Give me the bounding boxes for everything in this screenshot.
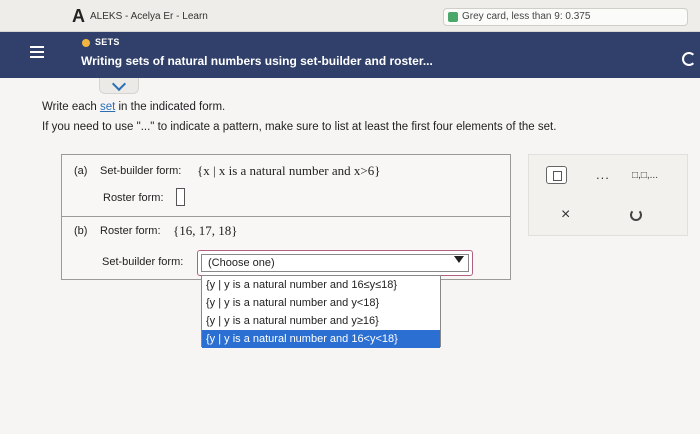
tab-title[interactable]: ALEKS - Acelya Er - Learn <box>90 11 208 22</box>
select-option[interactable]: {y | y is a natural number and y≥16} <box>202 312 440 330</box>
select-option[interactable]: {y | y is a natural number and 16≤y≤18} <box>202 276 440 294</box>
undo-icon[interactable] <box>630 209 642 221</box>
menu-icon[interactable] <box>30 46 44 60</box>
instruction-line-2: If you need to use "..." to indicate a p… <box>42 121 557 133</box>
browser-bar: A ALEKS - Acelya Er - Learn Grey card, l… <box>0 0 700 32</box>
extension-icon <box>448 12 458 22</box>
select-options: {y | y is a natural number and 16≤y≤18} … <box>201 275 441 348</box>
ellipsis-tool[interactable]: ... <box>596 167 610 182</box>
clear-icon[interactable]: × <box>561 206 570 224</box>
part-b-label: (b) <box>74 225 88 237</box>
select-value[interactable]: (Choose one) <box>201 254 469 272</box>
part-a-setbuilder-label: Set-builder form: <box>100 165 182 177</box>
select-option-highlighted[interactable]: {y | y is a natural number and 16<y<18} <box>202 330 440 348</box>
instruction-line-1: Write each set in the indicated form. <box>42 101 226 113</box>
set-braces-tool-icon[interactable] <box>546 166 567 184</box>
page: A ALEKS - Acelya Er - Learn Grey card, l… <box>0 0 700 434</box>
set-link[interactable]: set <box>100 101 115 113</box>
page-title: Writing sets of natural numbers using se… <box>81 54 433 68</box>
status-dot-icon <box>82 39 90 47</box>
refresh-icon[interactable] <box>682 52 696 66</box>
select-option[interactable]: {y | y is a natural number and y<18} <box>202 294 440 312</box>
collapse-button[interactable] <box>99 76 139 94</box>
part-a-roster-label: Roster form: <box>103 192 164 204</box>
divider <box>62 216 510 217</box>
part-a-label: (a) <box>74 165 88 177</box>
chevron-down-icon <box>111 76 127 92</box>
part-b-roster-label: Roster form: <box>100 225 161 237</box>
roster-input[interactable] <box>176 188 185 206</box>
course-header: SETS Writing sets of natural numbers usi… <box>0 32 700 78</box>
extension-pill[interactable]: Grey card, less than 9: 0.375 <box>443 8 688 26</box>
extension-text: Grey card, less than 9: 0.375 <box>462 11 591 22</box>
list-tool[interactable]: □,□,... <box>632 170 658 181</box>
part-a-setbuilder-math: {x | x is a natural number and x>6} <box>197 163 381 178</box>
dropdown-arrow-icon[interactable] <box>454 256 464 263</box>
part-b-roster-math: {16, 17, 18} <box>173 223 238 238</box>
setbuilder-select[interactable]: (Choose one) <box>197 250 473 276</box>
aleks-logo-icon: A <box>72 6 85 26</box>
section-label: SETS <box>95 37 120 47</box>
part-b-setbuilder-label: Set-builder form: <box>102 256 184 268</box>
